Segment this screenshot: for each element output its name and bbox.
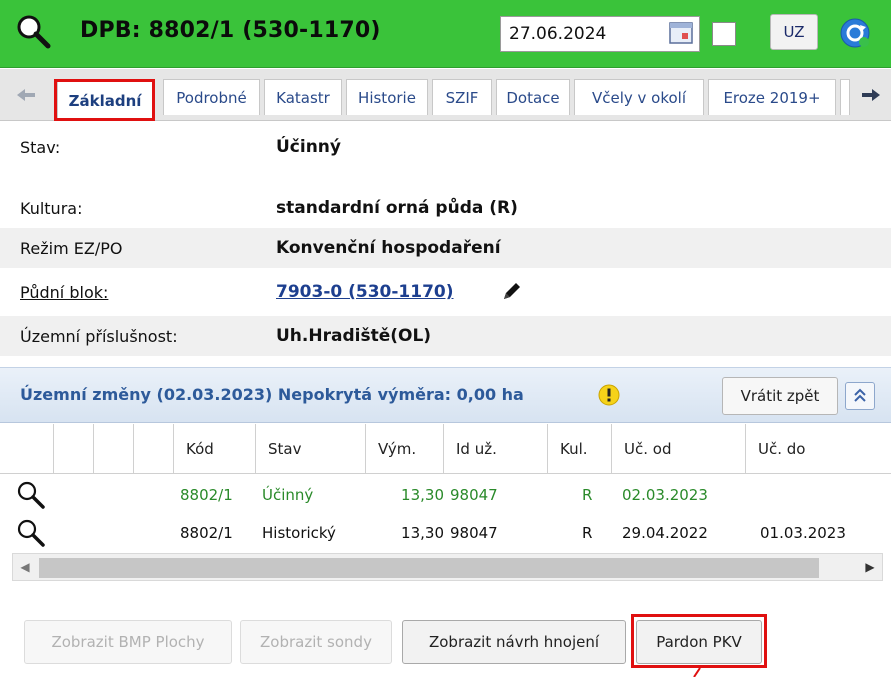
tab-eroze[interactable]: Eroze 2019+	[708, 79, 836, 115]
kultura-value: standardní orná půda (R)	[276, 198, 518, 218]
table-header-empty-4	[134, 424, 174, 474]
table-header-uc-od[interactable]: Uč. od	[612, 424, 746, 474]
uzemni-label: Územní příslušnost:	[20, 326, 178, 346]
chevron-up-icon	[854, 388, 866, 402]
detail-row-uzemni: Územní příslušnost: Uh.Hradiště(OL)	[0, 316, 891, 356]
pencil-icon[interactable]	[500, 281, 522, 303]
table-row[interactable]: 8802/1 Historický 13,30 98047 R 29.04.20…	[0, 516, 891, 552]
table-header-kul[interactable]: Kul.	[548, 424, 612, 474]
tab-podrobne[interactable]: Podrobné	[163, 79, 260, 115]
table-header: Kód Stav Vým. Id už. Kul. Uč. od Uč. do	[0, 424, 891, 474]
tab-dotace[interactable]: Dotace	[496, 79, 570, 115]
table-header-vym[interactable]: Vým.	[366, 424, 444, 474]
cell-id: 98047	[450, 486, 498, 504]
show-bmp-button[interactable]: Zobrazit BMP Plochy	[24, 620, 232, 664]
tab-scroll-right-icon[interactable]	[851, 69, 891, 121]
refresh-icon[interactable]	[838, 16, 872, 50]
horizontal-scrollbar[interactable]: ◀ ▶	[12, 553, 883, 581]
cell-vym: 13,30	[401, 524, 444, 542]
tab-scroll-left-icon[interactable]	[6, 69, 46, 121]
stav-value: Účinný	[276, 137, 341, 157]
table-header-stav[interactable]: Stav	[256, 424, 366, 474]
table-header-empty-3	[94, 424, 134, 474]
header-checkbox[interactable]	[712, 22, 736, 46]
cell-kod: 8802/1	[180, 524, 233, 542]
pudni-blok-value-link[interactable]: 7903-0 (530-1170)	[276, 282, 454, 302]
section-title: Územní změny (02.03.2023) Nepokrytá výmě…	[20, 385, 524, 404]
pardon-pkv-button[interactable]: Pardon PKV	[636, 620, 762, 664]
stav-label: Stav:	[20, 137, 61, 157]
detail-row-pudni-blok: Půdní blok: 7903-0 (530-1170)	[0, 272, 891, 312]
header-bar: DPB: 8802/1 (530-1170) UZ	[0, 0, 891, 68]
tab-overflow	[840, 79, 850, 115]
tab-szif[interactable]: SZIF	[432, 79, 492, 115]
search-icon[interactable]	[14, 12, 54, 52]
table-row[interactable]: 8802/1 Účinný 13,30 98047 R 02.03.2023	[0, 478, 891, 514]
section-bar-uzemni-zmeny: Územní změny (02.03.2023) Nepokrytá výmě…	[0, 367, 891, 423]
detail-row-rezim: Režim EZ/PO Konvenční hospodaření	[0, 228, 891, 268]
detail-row-stav: Stav: Účinný	[0, 127, 891, 167]
cell-stav: Historický	[262, 524, 336, 542]
scrollbar-thumb[interactable]	[39, 558, 819, 578]
page-title: DPB: 8802/1 (530-1170)	[80, 18, 381, 43]
tab-vcely[interactable]: Včely v okolí	[574, 79, 704, 115]
cell-stav: Účinný	[262, 486, 314, 504]
collapse-button[interactable]	[845, 382, 875, 410]
table-header-uc-do[interactable]: Uč. do	[746, 424, 891, 474]
tab-katastr[interactable]: Katastr	[264, 79, 342, 115]
uz-button[interactable]: UZ	[770, 14, 818, 50]
uzemni-value: Uh.Hradiště(OL)	[276, 326, 432, 346]
calendar-icon[interactable]	[668, 20, 694, 46]
warning-icon	[598, 384, 620, 406]
kultura-label: Kultura:	[20, 198, 83, 218]
cell-uc-do: 01.03.2023	[760, 524, 846, 542]
rezim-label: Režim EZ/PO	[20, 238, 123, 258]
annotation-mark	[693, 668, 701, 677]
revert-button[interactable]: Vrátit zpět	[722, 377, 838, 415]
scroll-left-icon[interactable]: ◀	[13, 554, 37, 580]
tab-bar: Základní Podrobné Katastr Historie SZIF …	[0, 69, 891, 121]
show-sondy-button[interactable]: Zobrazit sondy	[240, 620, 392, 664]
cell-vym: 13,30	[401, 486, 444, 504]
table-header-empty-2	[54, 424, 94, 474]
rezim-value: Konvenční hospodaření	[276, 238, 501, 258]
show-fertilization-button[interactable]: Zobrazit návrh hnojení	[402, 620, 626, 664]
cell-uc-od: 29.04.2022	[622, 524, 708, 542]
table-header-kod[interactable]: Kód	[174, 424, 256, 474]
cell-id: 98047	[450, 524, 498, 542]
detail-row-kultura: Kultura: standardní orná půda (R)	[0, 188, 891, 228]
detail-search-icon[interactable]	[16, 480, 46, 510]
pudni-blok-label-link[interactable]: Půdní blok:	[20, 283, 108, 302]
table-header-id[interactable]: Id už.	[444, 424, 548, 474]
table-header-empty-1	[12, 424, 54, 474]
tab-historie[interactable]: Historie	[346, 79, 428, 115]
cell-uc-od: 02.03.2023	[622, 486, 708, 504]
cell-kul: R	[582, 524, 593, 542]
cell-kod: 8802/1	[180, 486, 233, 504]
tab-zakladni[interactable]: Základní	[57, 79, 153, 121]
detail-search-icon[interactable]	[16, 518, 46, 548]
cell-kul: R	[582, 486, 593, 504]
scroll-right-icon[interactable]: ▶	[858, 554, 882, 580]
